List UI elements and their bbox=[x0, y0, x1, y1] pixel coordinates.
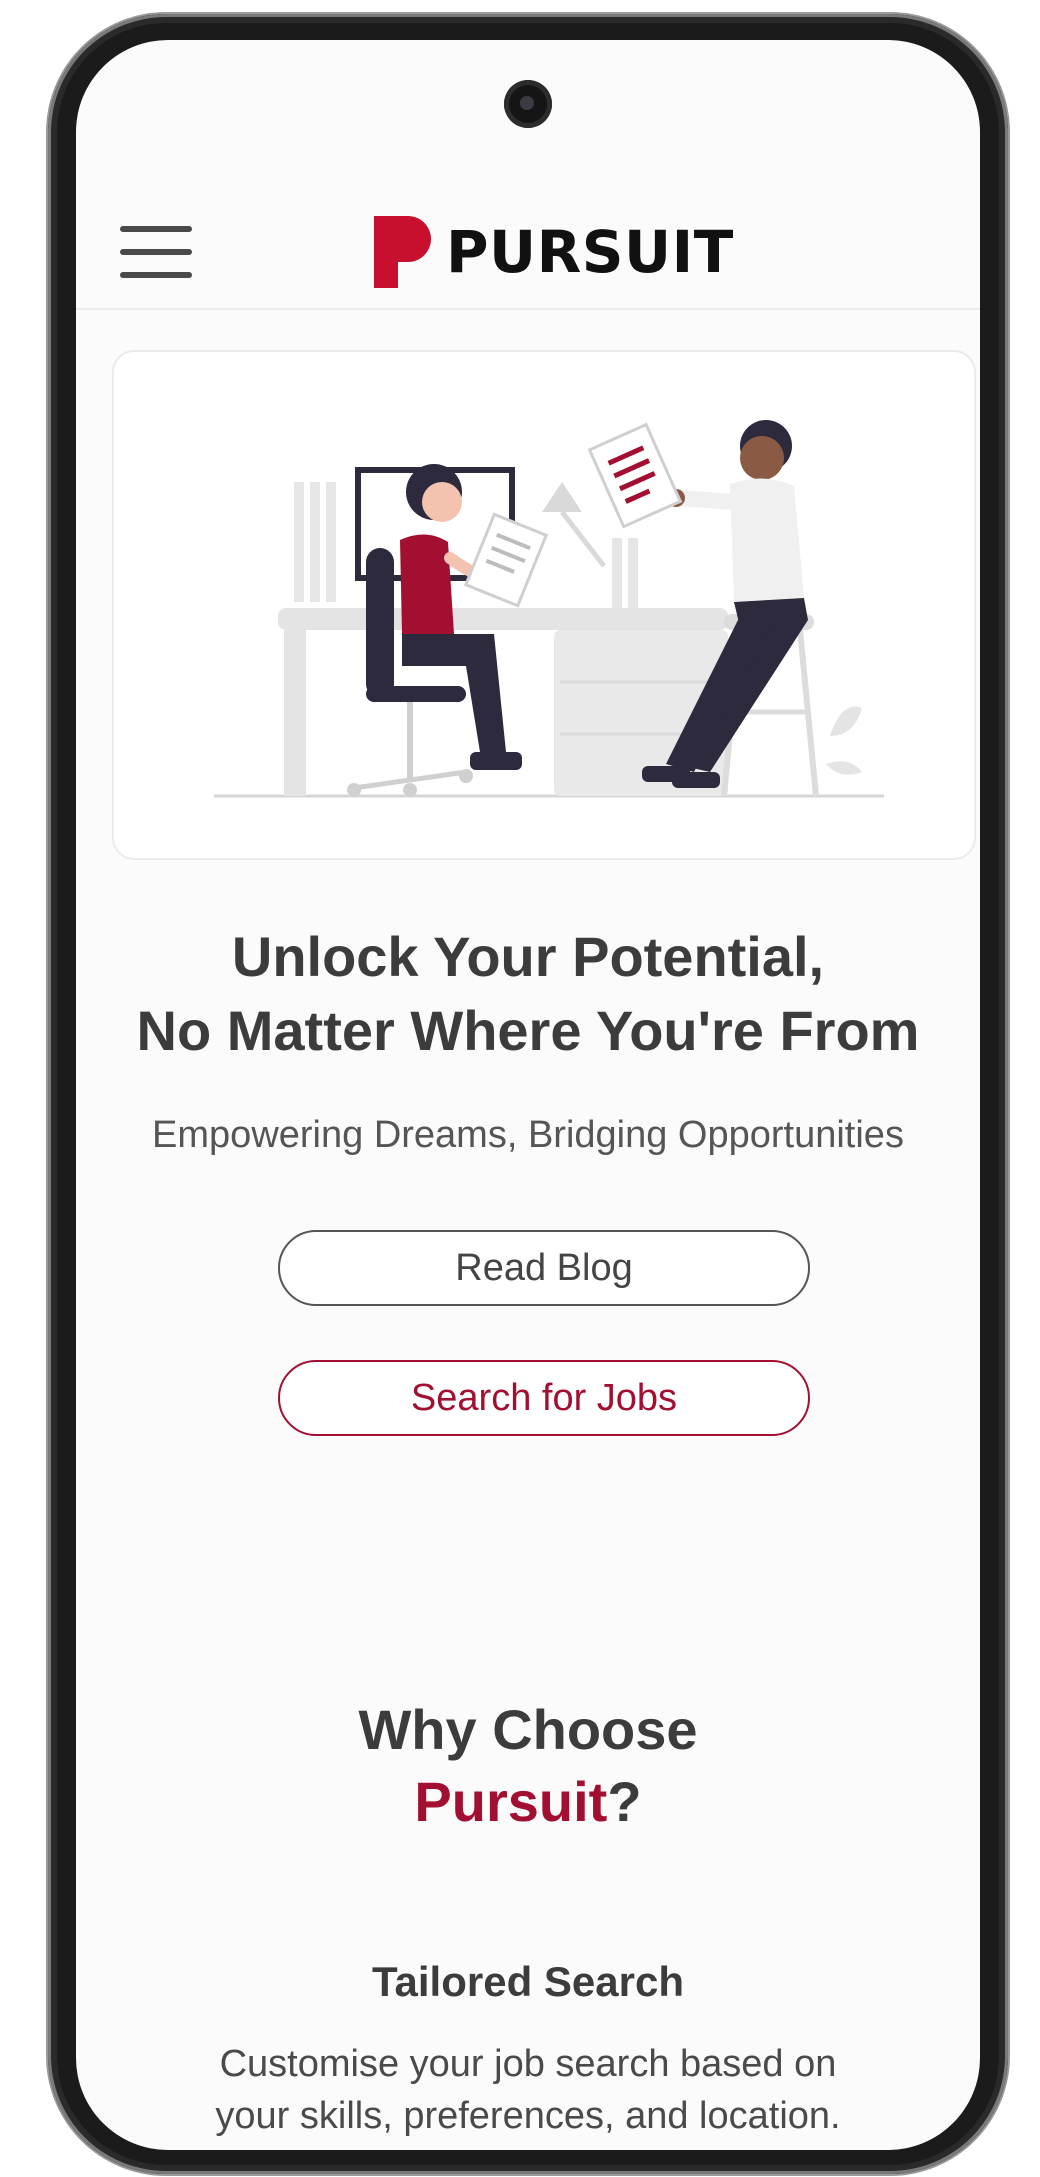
hero-headline-line2: No Matter Where You're From bbox=[136, 999, 920, 1062]
pursuit-logo-mark-icon bbox=[374, 216, 431, 288]
phone-screen: PURSUIT Unlock Your Potential, No Matter… bbox=[76, 40, 980, 2150]
feature-title: Tailored Search bbox=[371, 1958, 684, 2005]
phone-frame: PURSUIT Unlock Your Potential, No Matter… bbox=[48, 14, 1008, 2174]
office-workers-illustration bbox=[214, 420, 884, 798]
why-title-brand: Pursuit bbox=[414, 1770, 608, 1833]
canvas: PURSUIT Unlock Your Potential, No Matter… bbox=[0, 0, 1040, 2177]
read-blog-button[interactable]: Read Blog bbox=[278, 1230, 810, 1306]
hamburger-menu-icon[interactable] bbox=[120, 226, 192, 278]
front-camera bbox=[504, 80, 552, 128]
app-header: PURSUIT bbox=[76, 160, 980, 310]
feature-desc-line1: Customise your job search based on bbox=[219, 2043, 837, 2085]
why-choose-title: Why Choose Pursuit? bbox=[76, 1694, 980, 1838]
feature-desc-line2: your skills, preferences, and location. bbox=[215, 2095, 841, 2137]
logo-text: PURSUIT bbox=[446, 218, 734, 286]
why-title-suffix: ? bbox=[607, 1770, 642, 1833]
feature-description: Customise your job search based on your … bbox=[76, 2038, 980, 2142]
hero-headline: Unlock Your Potential, No Matter Where Y… bbox=[76, 920, 980, 1068]
hero-headline-line1: Unlock Your Potential, bbox=[231, 925, 825, 988]
search-jobs-button[interactable]: Search for Jobs bbox=[278, 1360, 810, 1436]
hero-subline: Empowering Dreams, Bridging Opportunitie… bbox=[152, 1114, 904, 1156]
pursuit-logo[interactable]: PURSUIT bbox=[374, 216, 734, 288]
hero-illustration-card bbox=[112, 350, 976, 860]
why-title-line1: Why Choose bbox=[358, 1698, 698, 1761]
